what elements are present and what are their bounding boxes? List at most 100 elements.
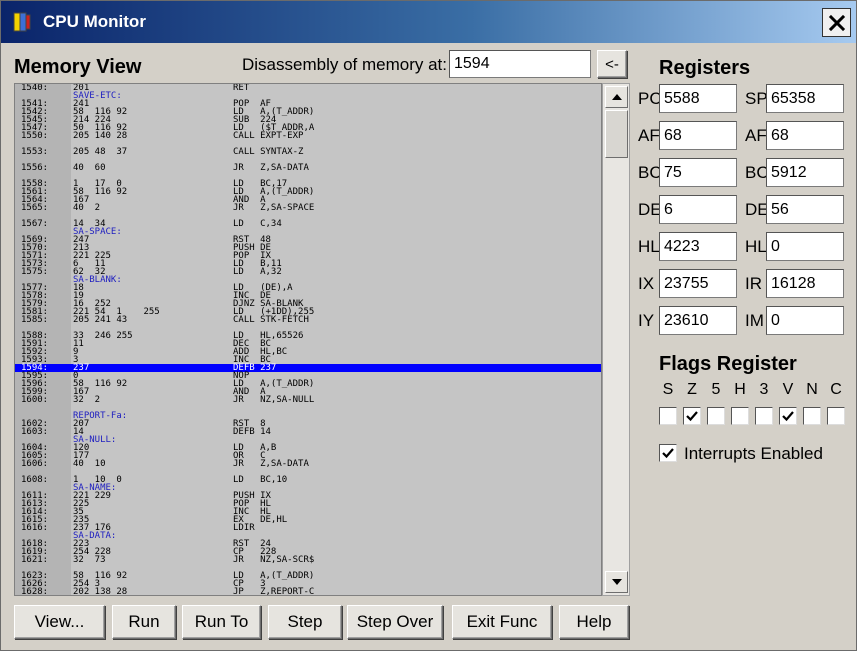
cpu-monitor-window: CPU Monitor Memory View Disassembly of m… — [0, 0, 857, 651]
flag-checkbox[interactable] — [779, 407, 797, 425]
step-over-button[interactable]: Step Over — [347, 605, 443, 639]
flag-checkbox[interactable] — [731, 407, 749, 425]
flag-checkbox[interactable] — [683, 407, 701, 425]
memory-line[interactable]: 1550: 205 140 28 CALL EXPT-EXP — [15, 132, 601, 141]
register-value-input[interactable] — [659, 84, 737, 113]
memory-line[interactable]: 1585: 205 241 43 CALL STK-FETCH — [15, 315, 601, 325]
flag-checkbox[interactable] — [803, 407, 821, 425]
memory-disassembly-list[interactable]: 1540: 201 RET SAVE-ETC: 1541: 241 POP AF 1542: 5… — [14, 83, 602, 596]
flag-letter: H — [734, 381, 746, 398]
memory-instruction: JR Z,SA-DATA — [233, 459, 309, 469]
memory-line[interactable]: 1628: 202 138 28 JP Z,REPORT-C — [15, 588, 601, 596]
memory-address: 1585: — [21, 315, 49, 325]
run-button[interactable]: Run — [112, 605, 176, 639]
memory-instruction: JR Z,SA-SPACE — [233, 203, 315, 213]
register-label: IY — [638, 311, 655, 330]
exit-func-button[interactable]: Exit Func — [452, 605, 552, 639]
go-to-address-button[interactable]: <- — [597, 50, 627, 78]
memory-line[interactable]: 1602: 207 RST 8 — [15, 420, 601, 429]
memory-instruction: LD C,34 — [233, 219, 282, 229]
memory-lines: 1540: 201 RET SAVE-ETC: 1541: 241 POP AF 1542: 5… — [15, 84, 601, 596]
flag-checkbox[interactable] — [707, 407, 725, 425]
memory-line[interactable]: 1569: 247 RST 48 — [15, 236, 601, 245]
memory-line[interactable]: 1593: 3 INC BC — [15, 356, 601, 365]
memory-label-line[interactable]: REPORT-Fa: — [15, 412, 601, 421]
memory-line[interactable]: 1604: 120 LD A,B — [15, 444, 601, 453]
register-value-input[interactable] — [766, 158, 844, 187]
memory-line[interactable]: 1606: 40 10 JR Z,SA-DATA — [15, 459, 601, 469]
view-button[interactable]: View... — [14, 605, 105, 639]
memory-line[interactable]: 1613: 225 POP HL — [15, 500, 601, 509]
memory-instruction: JR Z,SA-DATA — [233, 163, 309, 173]
memory-line-selected[interactable]: 1594: 237 DEFB 237 — [15, 364, 601, 373]
register-value-input[interactable] — [766, 84, 844, 113]
memory-label-line[interactable]: SA-DATA: — [15, 532, 601, 541]
run-to-button[interactable]: Run To — [182, 605, 261, 639]
memory-line[interactable]: 1621: 32 73 JR NZ,SA-SCR$ — [15, 555, 601, 565]
memory-address: 1556: — [21, 163, 49, 173]
close-button[interactable] — [822, 8, 851, 37]
memory-line[interactable]: 1611: 221 229 PUSH IX — [15, 492, 601, 501]
interrupts-enabled-checkbox[interactable] — [659, 444, 677, 462]
step-button[interactable]: Step — [268, 605, 342, 639]
memory-line[interactable]: 1614: 35 INC HL — [15, 508, 601, 517]
memory-line[interactable]: 1588: 33 246 255 LD HL,65526 — [15, 332, 601, 341]
register-value-input[interactable] — [659, 232, 737, 261]
scroll-down-button[interactable] — [605, 571, 628, 593]
register-label: SP — [745, 89, 768, 108]
scroll-thumb[interactable] — [605, 110, 628, 158]
register-value-input[interactable] — [659, 269, 737, 298]
flag-letter: S — [662, 381, 674, 398]
memory-address: 1608: — [21, 475, 49, 485]
memory-address: 1616: — [21, 523, 49, 533]
register-value-input[interactable] — [766, 306, 844, 335]
memory-line[interactable]: 1591: 11 DEC BC — [15, 340, 601, 349]
scroll-up-button[interactable] — [605, 86, 628, 108]
register-value-input[interactable] — [659, 158, 737, 187]
memory-line[interactable]: 1561: 58 116 92 LD A,(T_ADDR) — [15, 188, 601, 197]
memory-line[interactable]: 1556: 40 60 JR Z,SA-DATA — [15, 163, 601, 173]
memory-line[interactable]: 1600: 32 2 JR NZ,SA-NULL — [15, 396, 601, 405]
register-value-input[interactable] — [659, 195, 737, 224]
register-label: IX — [638, 274, 655, 293]
memory-bytes: 205 48 37 — [73, 147, 128, 157]
memory-line[interactable]: 1623: 58 116 92 LD A,(T_ADDR) — [15, 572, 601, 581]
help-button[interactable]: Help — [559, 605, 629, 639]
register-label: HL — [745, 237, 767, 256]
memory-instruction: LD A,32 — [233, 267, 282, 277]
memory-address: 1567: — [21, 219, 49, 229]
memory-scrollbar[interactable] — [602, 83, 630, 596]
app-icon — [11, 11, 33, 33]
memory-label-line[interactable]: SAVE-ETC: — [15, 92, 601, 101]
memory-line[interactable]: 1553: 205 48 37 CALL SYNTAX-Z — [15, 147, 601, 157]
register-value-input[interactable] — [766, 121, 844, 150]
register-value-input[interactable] — [659, 306, 737, 335]
flag-checkbox[interactable] — [827, 407, 845, 425]
memory-label-line[interactable]: SA-NULL: — [15, 436, 601, 445]
memory-address: 1621: — [21, 555, 49, 565]
memory-line[interactable]: 1577: 18 LD (DE),A — [15, 284, 601, 293]
register-value-input[interactable] — [766, 269, 844, 298]
flag-checkbox[interactable] — [755, 407, 773, 425]
register-value-input[interactable] — [766, 195, 844, 224]
memory-line[interactable]: 1592: 9 ADD HL,BC — [15, 348, 601, 357]
register-value-input[interactable] — [659, 121, 737, 150]
disassembly-address-input[interactable] — [449, 50, 591, 78]
memory-line[interactable]: 1565: 40 2 JR Z,SA-SPACE — [15, 203, 601, 213]
disassembly-label: Disassembly of memory at: — [242, 55, 447, 74]
register-label: IM — [745, 311, 764, 330]
checkmark-icon — [686, 411, 698, 422]
checkmark-icon — [782, 411, 794, 422]
memory-line[interactable]: 1596: 58 116 92 LD A,(T_ADDR) — [15, 380, 601, 389]
flag-letter: C — [830, 381, 842, 398]
register-value-input[interactable] — [766, 232, 844, 261]
memory-bytes: 205 241 43 — [73, 315, 128, 325]
memory-label-line[interactable]: SA-BLANK: — [15, 276, 601, 285]
memory-bytes: 40 10 — [73, 459, 106, 469]
register-label: HL — [638, 237, 660, 256]
memory-label-line[interactable]: SA-SPACE: — [15, 228, 601, 237]
flag-checkbox[interactable] — [659, 407, 677, 425]
title-bar[interactable]: CPU Monitor — [1, 1, 856, 43]
memory-bytes: 32 73 — [73, 555, 106, 565]
registers-heading: Registers — [659, 57, 751, 79]
